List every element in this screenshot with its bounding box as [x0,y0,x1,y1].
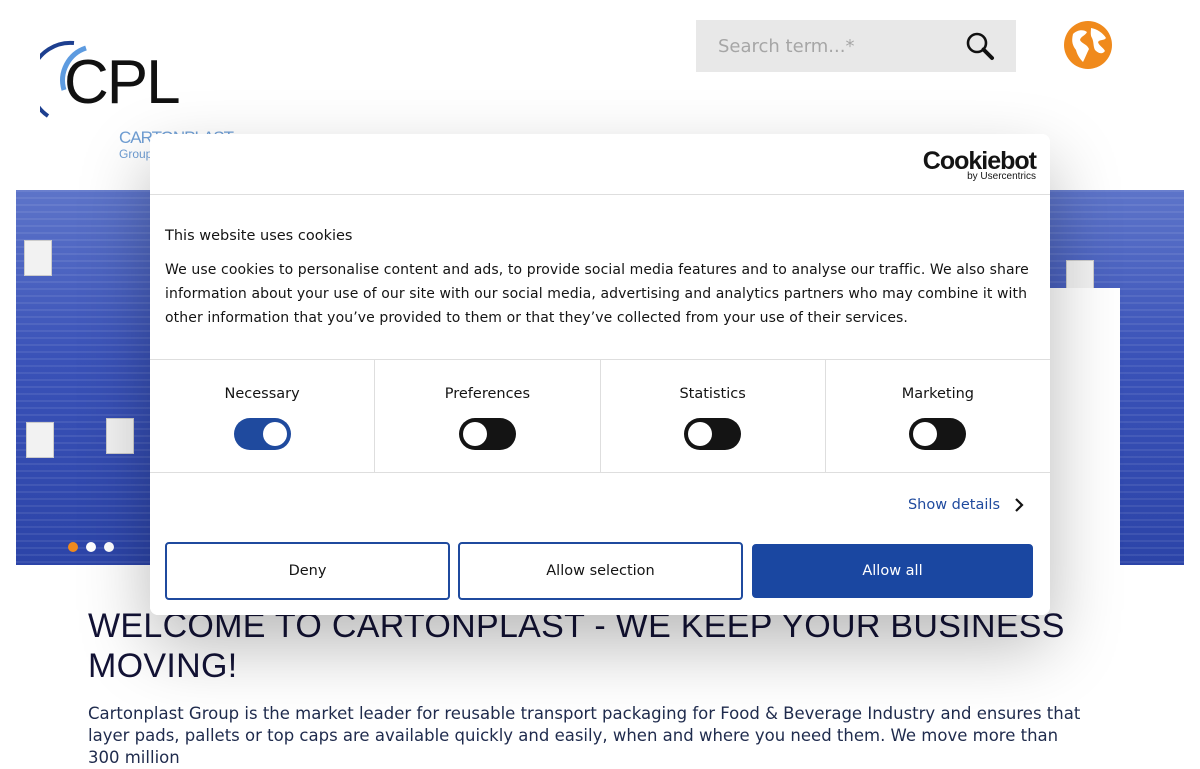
category-preferences: Preferences [375,360,601,472]
slider-dots [68,542,114,552]
logo-wordmark: CPL [64,48,181,117]
show-details-label: Show details [907,497,1000,513]
chevron-right-icon [1015,498,1024,512]
category-necessary: Necessary [150,360,376,472]
slider-dot-3[interactable] [104,542,114,552]
cookiebot-logo: Cookiebot by Usercentrics [923,148,1037,182]
category-marketing: Marketing [826,360,1050,472]
divider [150,194,1050,195]
divider [150,472,1050,473]
cookie-categories: Necessary Preferences Statistics Marketi… [150,360,1050,472]
intro-paragraph: Cartonplast Group is the market leader f… [88,704,1081,767]
category-label: Preferences [444,386,531,402]
search-icon [966,32,994,60]
search-input[interactable] [716,34,950,58]
necessary-toggle[interactable] [233,418,291,450]
category-label: Statistics [679,386,746,402]
logo-subtitle-group: Group [119,147,153,161]
pallet-label [106,418,134,454]
pallet-label [26,422,54,458]
cookie-description: We use cookies to personalise content an… [165,262,1029,326]
slider-dot-2[interactable] [86,542,96,552]
globe-icon [1064,21,1112,69]
slider-dot-1[interactable] [68,542,78,552]
allow-all-button[interactable]: Allow all [752,544,1033,598]
marketing-toggle[interactable] [909,418,967,450]
language-selector[interactable] [1063,20,1113,70]
category-label: Marketing [901,386,975,402]
allow-selection-button[interactable]: Allow selection [458,542,743,600]
statistics-toggle[interactable] [684,418,742,450]
search-bar [696,20,1016,72]
cookie-title: This website uses cookies [165,228,353,244]
search-button[interactable] [964,30,996,62]
preferences-toggle[interactable] [458,418,516,450]
cookie-consent-dialog: Cookiebot by Usercentrics This website u… [150,134,1050,615]
category-statistics: Statistics [601,360,826,472]
welcome-heading: WELCOME TO CARTONPLAST - WE KEEP YOUR BU… [88,607,1065,685]
category-label: Necessary [224,386,300,402]
show-details-link[interactable]: Show details [908,497,1024,513]
pallet-label [24,240,52,276]
deny-button[interactable]: Deny [165,542,450,600]
hero-cutout [1050,288,1120,565]
